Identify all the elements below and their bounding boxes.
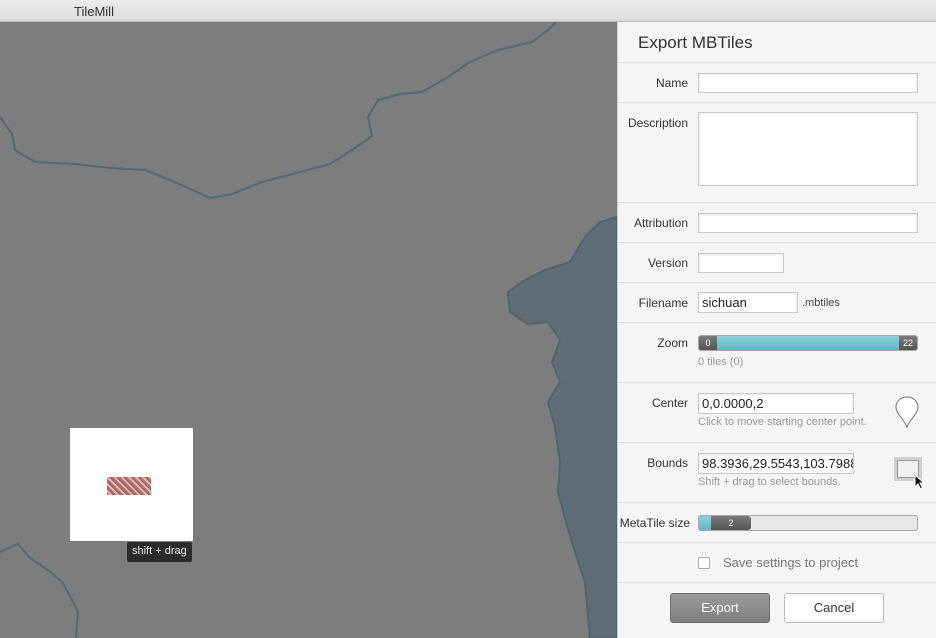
zoom-tile-count: 0 tiles (0) xyxy=(698,356,744,368)
version-label: Version xyxy=(647,256,688,270)
zoom-max-handle[interactable]: 22 xyxy=(899,336,917,350)
version-field[interactable] xyxy=(698,253,784,273)
shift-drag-tooltip: shift + drag xyxy=(127,542,192,562)
zoom-range-fill xyxy=(699,336,917,350)
filename-row: Filename sichuan .mbtiles xyxy=(618,282,936,322)
description-label: Description xyxy=(627,116,688,130)
bounds-field[interactable]: 98.3936,29.5543,103.7988 xyxy=(698,453,854,474)
metatile-row: MetaTile size 2 xyxy=(618,502,936,542)
export-panel: Export MBTiles Name Description Attribut… xyxy=(617,22,936,638)
description-row: Description xyxy=(618,102,936,202)
save-settings-label[interactable]: Save settings to project xyxy=(723,555,858,570)
name-row: Name xyxy=(618,62,936,102)
export-button[interactable]: Export xyxy=(670,593,770,623)
zoom-label: Zoom xyxy=(657,336,688,350)
version-row: Version xyxy=(618,242,936,282)
description-field[interactable] xyxy=(698,112,918,186)
map-view[interactable] xyxy=(0,22,617,638)
panel-title: Export MBTiles xyxy=(638,33,753,52)
metatile-handle[interactable]: 2 xyxy=(711,516,751,530)
metatile-slider[interactable]: 2 xyxy=(698,515,918,531)
center-hint: Click to move starting center point. xyxy=(698,416,867,428)
center-field[interactable]: 0,0.0000,2 xyxy=(698,393,854,414)
attribution-label: Attribution xyxy=(633,216,688,230)
bounds-selection-box[interactable] xyxy=(70,428,193,541)
metatile-label: MetaTile size xyxy=(619,516,690,530)
save-settings-row: Save settings to project xyxy=(618,542,936,582)
filename-field[interactable]: sichuan xyxy=(698,292,798,313)
center-label: Center xyxy=(651,396,688,410)
save-settings-checkbox[interactable] xyxy=(698,557,710,569)
zoom-row: Zoom 0 22 0 tiles (0) xyxy=(618,322,936,382)
button-row: Export Cancel xyxy=(618,582,936,638)
attribution-field[interactable] xyxy=(698,213,918,233)
title-bar: TileMill xyxy=(0,0,936,22)
name-field[interactable] xyxy=(698,73,918,93)
map-pin-icon[interactable] xyxy=(894,395,920,429)
map-thumbnail xyxy=(107,477,151,495)
bounds-hint: Shift + drag to select bounds. xyxy=(698,476,841,488)
filename-suffix: .mbtiles xyxy=(802,297,840,309)
filename-label: Filename xyxy=(638,296,688,310)
center-row: Center 0,0.0000,2 Click to move starting… xyxy=(618,382,936,442)
cancel-button[interactable]: Cancel xyxy=(784,593,884,623)
app-title: TileMill xyxy=(74,4,114,19)
map-borders xyxy=(0,22,617,638)
mouse-cursor-icon xyxy=(914,474,926,490)
attribution-row: Attribution xyxy=(618,202,936,242)
name-label: Name xyxy=(655,76,688,90)
zoom-min-handle[interactable]: 0 xyxy=(699,336,717,350)
bounds-row: Bounds 98.3936,29.5543,103.7988 Shift + … xyxy=(618,442,936,502)
bounds-label: Bounds xyxy=(647,456,688,470)
zoom-slider[interactable]: 0 22 xyxy=(698,335,918,351)
